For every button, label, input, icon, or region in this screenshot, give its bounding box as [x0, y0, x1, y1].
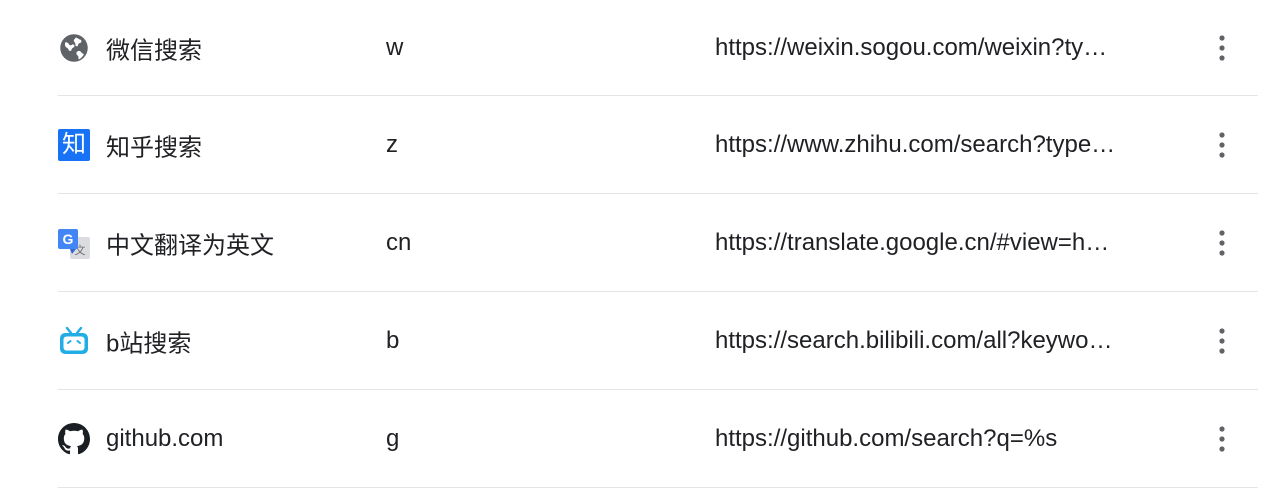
search-engine-row-zhihu: 知 知乎搜索 z https://www.zhihu.com/search?ty… [0, 96, 1288, 194]
zhihu-icon: 知 [58, 129, 90, 161]
engine-name: 中文翻译为英文 [106, 232, 274, 260]
search-engine-row-bilibili: b站搜索 b https://search.bilibili.com/all?k… [0, 292, 1288, 390]
more-vert-icon [1219, 35, 1225, 61]
more-actions-button[interactable] [1202, 223, 1242, 263]
engine-url: https://github.com/search?q=%s [715, 425, 1058, 452]
more-actions-button[interactable] [1202, 321, 1242, 361]
search-engine-row-translate: 文 G 中文翻译为英文 cn https://translate.google.… [0, 194, 1288, 292]
engine-name: 知乎搜索 [106, 134, 202, 162]
engine-url: https://translate.google.cn/#view=h… [715, 229, 1110, 256]
more-actions-button[interactable] [1202, 125, 1242, 165]
engine-keyword: w [386, 34, 404, 61]
engine-keyword: cn [386, 229, 412, 256]
globe-icon [58, 32, 90, 64]
more-vert-icon [1219, 328, 1225, 354]
engine-keyword: b [386, 327, 400, 354]
engine-keyword: g [386, 425, 400, 452]
more-vert-icon [1219, 132, 1225, 158]
more-actions-button[interactable] [1202, 28, 1242, 68]
engine-keyword: z [386, 131, 398, 158]
engine-name: 微信搜索 [106, 37, 202, 65]
bilibili-icon [58, 325, 90, 357]
more-actions-button[interactable] [1202, 419, 1242, 459]
engine-name: b站搜索 [106, 330, 192, 358]
engine-url: https://www.zhihu.com/search?type… [715, 131, 1116, 158]
github-icon [58, 423, 90, 455]
engine-name: github.com [106, 425, 224, 452]
more-vert-icon [1219, 426, 1225, 452]
google-translate-icon: 文 G [58, 227, 90, 259]
engine-url: https://weixin.sogou.com/weixin?ty… [715, 34, 1108, 61]
more-vert-icon [1219, 230, 1225, 256]
search-engine-row-weixin: 微信搜索 w https://weixin.sogou.com/weixin?t… [0, 0, 1288, 96]
search-engine-list: 微信搜索 w https://weixin.sogou.com/weixin?t… [0, 0, 1288, 488]
search-engine-row-github: github.com g https://github.com/search?q… [0, 390, 1288, 488]
engine-url: https://search.bilibili.com/all?keywo… [715, 327, 1113, 354]
svg-text:G: G [63, 231, 74, 247]
